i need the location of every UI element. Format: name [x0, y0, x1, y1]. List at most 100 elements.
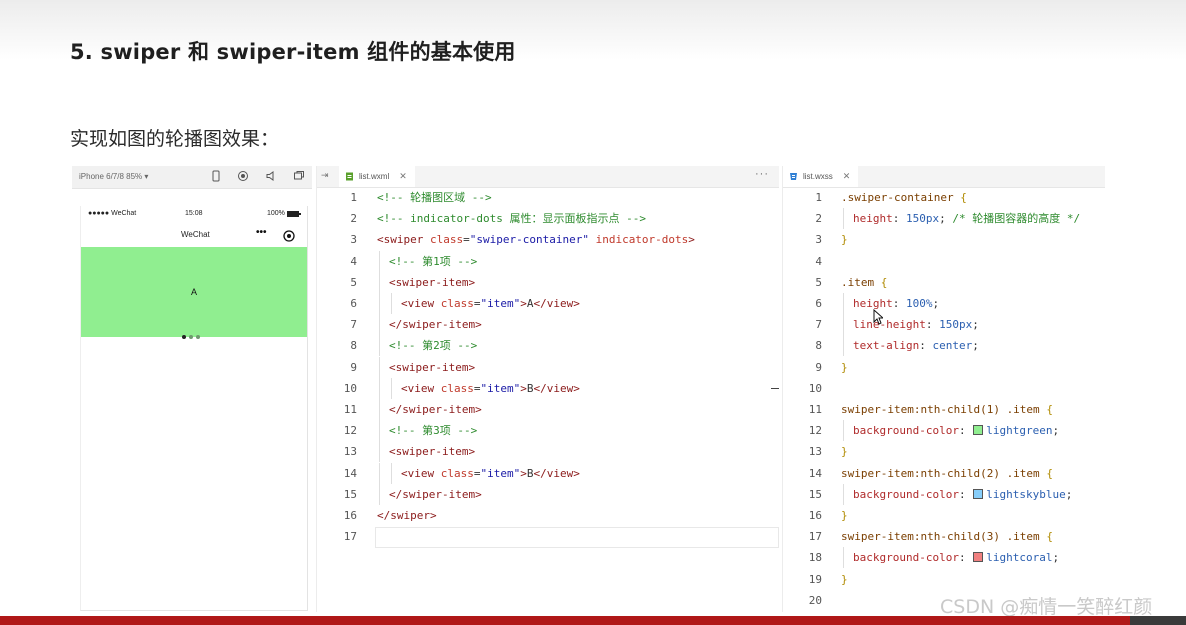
code-line[interactable]: 16 </swiper> [317, 505, 779, 526]
line-number: 8 [815, 339, 822, 353]
indent-guide [843, 314, 844, 336]
line-number: 12 [343, 424, 357, 438]
code-token: ; [972, 339, 979, 353]
tab-label[interactable]: list.wxml [359, 172, 389, 181]
code-line[interactable]: 15 </swiper-item> [317, 483, 779, 505]
code-token: : [892, 212, 906, 226]
code-token: } [841, 233, 848, 247]
code-token: height [853, 212, 893, 226]
code-line[interactable]: 1 .swiper-container { [783, 187, 1105, 208]
code-line[interactable]: 2 <!-- indicator-dots 属性：显示面板指示点 --> [317, 208, 779, 229]
more-icon[interactable]: ••• [256, 227, 267, 238]
code-text: </swiper> [377, 505, 437, 526]
code-line[interactable]: 3 <swiper class="swiper-container" indica… [317, 229, 779, 250]
code-line[interactable]: 5 <swiper-item> [317, 271, 779, 293]
code-line[interactable]: 7 </swiper-item> [317, 314, 779, 336]
tab-list-wxml[interactable]: list.wxml ✕ [339, 166, 415, 187]
code-line[interactable]: 4 <!-- 第1项 --> [317, 250, 779, 272]
code-line[interactable]: 10 <view class="item">B</view> [317, 377, 779, 399]
code-line[interactable]: 13 <swiper-item> [317, 441, 779, 463]
nav-title: WeChat [181, 230, 210, 239]
code-line[interactable]: 3} [783, 229, 1105, 250]
code-line[interactable]: 11 swiper-item:nth-child(1) .item { [783, 399, 1105, 420]
status-bar: ●●●●● WeChat 15:08 100% [81, 206, 307, 222]
line-number: 6 [815, 297, 822, 310]
code-token: <!-- indicator-dots 属性：显示面板指示点 --> [377, 212, 646, 226]
code-line[interactable]: 12 <!-- 第3项 --> [317, 420, 779, 442]
code-line[interactable]: 12 background-color: lightgreen; [783, 420, 1105, 442]
swiper[interactable]: A [81, 247, 307, 339]
slide-subtitle: 实现如图的轮播图效果： [70, 128, 280, 150]
code-token: B [526, 466, 534, 480]
code-line[interactable]: 13} [783, 441, 1105, 462]
code-token: { [1046, 403, 1053, 416]
code-line[interactable]: 14 swiper-item:nth-child(2) .item { [783, 463, 1105, 484]
indicator-dot[interactable] [196, 335, 200, 339]
phone-icon[interactable] [210, 170, 222, 182]
code-line[interactable]: 2 height: 150px; /* 轮播图容器的高度 */ [783, 208, 1105, 230]
code-token: lightcoral [986, 551, 1053, 565]
device-select[interactable]: iPhone 6/7/8 85% ▾ [79, 172, 148, 181]
code-line[interactable]: 5 .item { [783, 272, 1105, 293]
code-token: class [429, 233, 464, 247]
code-token: { [960, 191, 967, 204]
wxss-editor[interactable]: list.wxss ✕ 1 .swiper-container {2 height:… [782, 166, 1105, 612]
code-text: <!-- 第2项 --> [389, 335, 477, 356]
code-line[interactable]: 16} [783, 505, 1105, 526]
simulator-panel: iPhone 6/7/8 85% ▾ ●●●●● WeChat 15:08 10… [72, 166, 329, 612]
code-line[interactable]: 1 <!-- 轮播图区域 --> [317, 187, 779, 208]
code-line[interactable]: 6 <view class="item">A</view> [317, 293, 779, 314]
code-token: </swiper-item> [389, 403, 482, 416]
code-token: 100% [906, 297, 933, 310]
code-line[interactable]: 9} [783, 357, 1105, 378]
record-icon[interactable] [237, 170, 249, 182]
indent-guide [843, 483, 844, 505]
code-token: class [440, 297, 474, 310]
code-line[interactable]: 6 height: 100%; [783, 293, 1105, 314]
code-line[interactable]: 19} [783, 569, 1105, 590]
code-text: <!-- 第1项 --> [389, 251, 477, 272]
code-line[interactable]: 15 background-color: lightskyblue; [783, 483, 1105, 505]
code-text: line-height: 150px; [853, 314, 979, 335]
panel-divider-handle[interactable] [771, 388, 779, 389]
code-token: 150px [939, 318, 973, 332]
code-token: } [841, 572, 848, 586]
window-icon[interactable] [293, 170, 305, 182]
indicator-dots[interactable] [182, 326, 203, 339]
code-line[interactable]: 17 swiper-item:nth-child(3) .item { [783, 526, 1105, 547]
volume-icon[interactable] [265, 170, 277, 182]
line-number: 4 [815, 254, 822, 268]
tab-list-wxss[interactable]: list.wxss ✕ [783, 166, 859, 187]
status-time: 15:08 [185, 210, 203, 217]
code-text: swiper-item:nth-child(2) .item { [841, 463, 1053, 484]
code-line[interactable]: 10 [783, 378, 1105, 399]
slide-title: 5. swiper 和 swiper-item 组件的基本使用 [70, 40, 516, 64]
code-token: "swiper-container" [469, 233, 589, 247]
code-line[interactable]: 8 <!-- 第2项 --> [317, 335, 779, 357]
code-line[interactable]: 18 background-color: lightcoral; [783, 547, 1105, 569]
close-icon[interactable]: ✕ [843, 171, 851, 182]
line-number: 1 [815, 191, 822, 204]
status-carrier: ●●●●● WeChat [88, 210, 137, 217]
color-swatch[interactable] [973, 488, 984, 499]
collapse-arrow-icon[interactable]: ⇥ [321, 170, 329, 181]
code-line[interactable]: 7 line-height: 150px; [783, 314, 1105, 336]
close-target-icon[interactable] [283, 229, 295, 242]
capsule-menu[interactable]: ••• [251, 227, 301, 243]
indicator-dot[interactable] [182, 335, 186, 339]
color-swatch[interactable] [973, 552, 984, 563]
code-line[interactable]: 11 </swiper-item> [317, 399, 779, 420]
code-token: = [473, 466, 481, 480]
code-line[interactable]: 9 <swiper-item> [317, 356, 779, 378]
close-icon[interactable]: ✕ [399, 171, 407, 182]
code-line[interactable]: 8 text-align: center; [783, 335, 1105, 357]
color-swatch[interactable] [973, 425, 984, 436]
tab-label[interactable]: list.wxss [803, 172, 833, 181]
indicator-dot[interactable] [189, 335, 193, 339]
code-token: swiper-item:nth-child(1) .item [841, 403, 1047, 416]
code-line[interactable]: 14 <view class="item">B</view> [317, 462, 779, 484]
wxml-editor[interactable]: list.wxml ✕ ⇥ ··· 1 <!-- 轮播图区域 --> 2 <!-- i… [316, 166, 779, 612]
line-number: 17 [343, 530, 357, 544]
code-line[interactable]: 4 [783, 251, 1105, 272]
more-options-icon[interactable]: ··· [755, 168, 769, 180]
